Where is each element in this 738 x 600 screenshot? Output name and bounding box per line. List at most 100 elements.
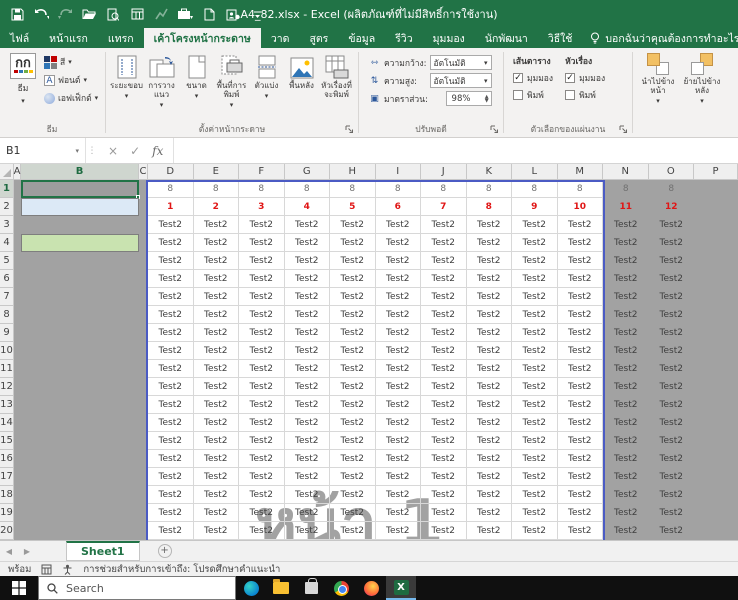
cell-H13[interactable]: Test2: [330, 396, 376, 414]
cell-J4[interactable]: Test2: [421, 234, 467, 252]
start-icon[interactable]: [0, 576, 38, 600]
cell-F2[interactable]: 3: [239, 198, 285, 216]
cell-M8[interactable]: Test2: [558, 306, 604, 324]
filled-cell-B2[interactable]: [21, 198, 139, 216]
cell-K19[interactable]: Test2: [467, 504, 513, 522]
cell-F18[interactable]: Test2: [239, 486, 285, 504]
cell-H5[interactable]: Test2: [330, 252, 376, 270]
quick-table-icon[interactable]: [126, 4, 148, 24]
cell-H12[interactable]: Test2: [330, 378, 376, 396]
cell-L11[interactable]: Test2: [512, 360, 558, 378]
cell-E7[interactable]: Test2: [194, 288, 240, 306]
cell-N13[interactable]: Test2: [603, 396, 649, 414]
cell-H4[interactable]: Test2: [330, 234, 376, 252]
cell-O15[interactable]: Test2: [649, 432, 695, 450]
checkbox-row[interactable]: ✓มุมมอง: [513, 71, 553, 85]
cell-H18[interactable]: Test2: [330, 486, 376, 504]
cell-F19[interactable]: Test2: [239, 504, 285, 522]
tab-8[interactable]: มุมมอง: [423, 28, 475, 48]
cell-K6[interactable]: Test2: [467, 270, 513, 288]
row-header-2[interactable]: 2: [0, 198, 14, 216]
column-header-N[interactable]: N: [603, 164, 649, 180]
cell-I16[interactable]: Test2: [376, 450, 422, 468]
cell-L17[interactable]: Test2: [512, 468, 558, 486]
cell-E9[interactable]: Test2: [194, 324, 240, 342]
cell-I20[interactable]: Test2: [376, 522, 422, 540]
cell-K4[interactable]: Test2: [467, 234, 513, 252]
row-header-19[interactable]: 19: [0, 504, 14, 522]
sheet-tab-sheet1[interactable]: Sheet1: [66, 541, 140, 561]
cell-N17[interactable]: Test2: [603, 468, 649, 486]
cell-L8[interactable]: Test2: [512, 306, 558, 324]
row-header-11[interactable]: 11: [0, 360, 14, 378]
tab-file[interactable]: ไฟล์: [0, 28, 39, 48]
cell-G16[interactable]: Test2: [285, 450, 331, 468]
cell-M12[interactable]: Test2: [558, 378, 604, 396]
cell-H17[interactable]: Test2: [330, 468, 376, 486]
cell-E15[interactable]: Test2: [194, 432, 240, 450]
cell-H2[interactable]: 5: [330, 198, 376, 216]
cell-N8[interactable]: Test2: [603, 306, 649, 324]
cell-K12[interactable]: Test2: [467, 378, 513, 396]
cell-K8[interactable]: Test2: [467, 306, 513, 324]
cell-J15[interactable]: Test2: [421, 432, 467, 450]
cell-H8[interactable]: Test2: [330, 306, 376, 324]
cell-L1[interactable]: 8: [512, 180, 558, 198]
cell-E20[interactable]: Test2: [194, 522, 240, 540]
cell-I4[interactable]: Test2: [376, 234, 422, 252]
filled-cell-B1[interactable]: [21, 180, 139, 198]
cell-L5[interactable]: Test2: [512, 252, 558, 270]
cell-D18[interactable]: Test2: [148, 486, 194, 504]
cell-K15[interactable]: Test2: [467, 432, 513, 450]
column-header-G[interactable]: G: [285, 164, 331, 180]
cell-E14[interactable]: Test2: [194, 414, 240, 432]
column-header-B[interactable]: B: [21, 164, 139, 180]
cell-F12[interactable]: Test2: [239, 378, 285, 396]
cell-M5[interactable]: Test2: [558, 252, 604, 270]
cell-K3[interactable]: Test2: [467, 216, 513, 234]
cell-O9[interactable]: Test2: [649, 324, 695, 342]
tab-4[interactable]: วาด: [261, 28, 300, 48]
chart-icon[interactable]: [150, 4, 172, 24]
combo-0[interactable]: อัตโนมัติ▾: [430, 55, 492, 70]
sheet-nav-prev-icon[interactable]: ◀: [0, 541, 18, 561]
cell-E19[interactable]: Test2: [194, 504, 240, 522]
cell-J11[interactable]: Test2: [421, 360, 467, 378]
cell-G11[interactable]: Test2: [285, 360, 331, 378]
cell-D10[interactable]: Test2: [148, 342, 194, 360]
cell-E13[interactable]: Test2: [194, 396, 240, 414]
column-header-C[interactable]: C: [139, 164, 148, 180]
open-icon[interactable]: [78, 4, 100, 24]
cell-G6[interactable]: Test2: [285, 270, 331, 288]
cell-K1[interactable]: 8: [467, 180, 513, 198]
cell-O14[interactable]: Test2: [649, 414, 695, 432]
size-button[interactable]: ขนาด▾: [179, 51, 214, 117]
cell-J7[interactable]: Test2: [421, 288, 467, 306]
cell-K2[interactable]: 8: [467, 198, 513, 216]
cell-L16[interactable]: Test2: [512, 450, 558, 468]
cell-E6[interactable]: Test2: [194, 270, 240, 288]
accessibility-status[interactable]: การช่วยสำหรับการเข้าถึง: โปรดศึกษาคำแนะน…: [83, 562, 280, 577]
cell-D11[interactable]: Test2: [148, 360, 194, 378]
firefox-icon[interactable]: [356, 576, 386, 600]
cell-L13[interactable]: Test2: [512, 396, 558, 414]
cell-N19[interactable]: Test2: [603, 504, 649, 522]
cell-O7[interactable]: Test2: [649, 288, 695, 306]
cell-L20[interactable]: Test2: [512, 522, 558, 540]
cell-G10[interactable]: Test2: [285, 342, 331, 360]
cell-M19[interactable]: Test2: [558, 504, 604, 522]
new-document-icon[interactable]: [198, 4, 220, 24]
cell-J1[interactable]: 8: [421, 180, 467, 198]
cell-O1[interactable]: 8: [649, 180, 695, 198]
cell-M10[interactable]: Test2: [558, 342, 604, 360]
cell-D6[interactable]: Test2: [148, 270, 194, 288]
checkbox-row[interactable]: ✓มุมมอง: [565, 71, 605, 85]
scale-dialog-launcher-icon[interactable]: [490, 125, 500, 135]
spinner-icons[interactable]: ▲▼: [485, 95, 489, 103]
cell-O18[interactable]: Test2: [649, 486, 695, 504]
print-preview-icon[interactable]: [102, 4, 124, 24]
cell-I6[interactable]: Test2: [376, 270, 422, 288]
cell-M9[interactable]: Test2: [558, 324, 604, 342]
taskbar-search-input[interactable]: Search: [38, 576, 236, 600]
cell-G18[interactable]: Test2: [285, 486, 331, 504]
